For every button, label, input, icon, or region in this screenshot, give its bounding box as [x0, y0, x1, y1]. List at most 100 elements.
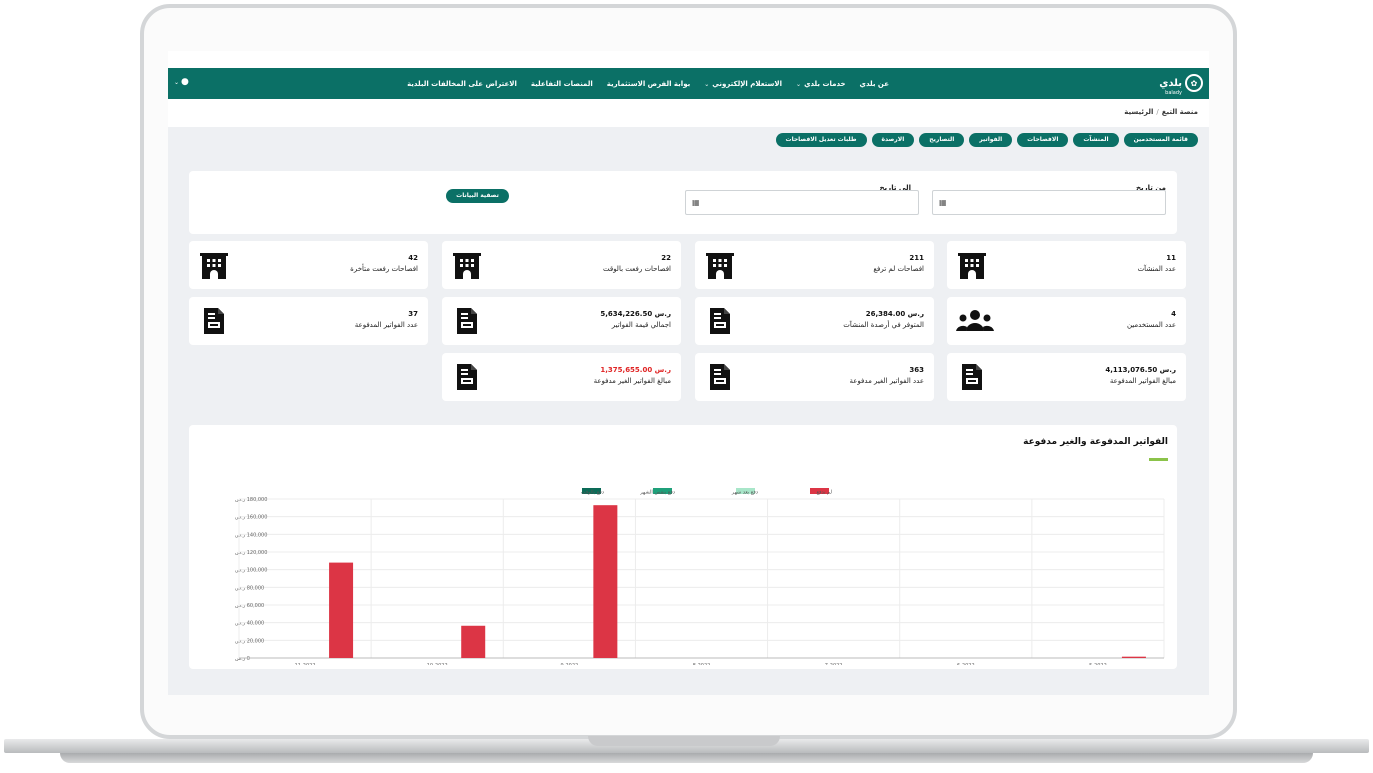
bar-chart: دفع بالوقت دفع بنفس الشهر دفع بعد شهر لم تد… [235, 488, 1165, 665]
stat-card: 42 افصاحات رفعت متأخرة [189, 241, 428, 289]
nav-item-label: المنصات التفاعلية [530, 79, 593, 88]
stat-value: 42 [408, 254, 418, 262]
stat-value: 363 [909, 366, 924, 374]
chevron-down-icon: ⌄ [796, 80, 802, 88]
stat-card: 11 عدد المنشآت [947, 241, 1186, 289]
breadcrumb-platform[interactable]: منصة التبغ [1162, 108, 1198, 116]
tab-0[interactable]: قائمة المستخدمين [1123, 133, 1198, 147]
stat-label: عدد المستخدمين [1126, 321, 1176, 329]
x-tick-label: 9-2022 [560, 663, 578, 665]
nav-item-3[interactable]: بوابة الفرص الاستثمارية [607, 80, 690, 88]
stat-card: 4 عدد المستخدمين [947, 297, 1186, 345]
breadcrumb: منصة التبغ/الرئيسية [1124, 108, 1198, 116]
to-date-input[interactable]: ▦ [685, 190, 919, 215]
stat-label: افصاحات رفعت بالوقت [602, 265, 671, 273]
x-tick-label: 5-2022 [1089, 663, 1107, 665]
x-tick-label: 6-2022 [957, 663, 975, 665]
calendar-icon[interactable]: ▦ [939, 198, 947, 207]
x-tick-label: 11-2022 [295, 663, 316, 665]
laptop-base-bottom [60, 753, 1313, 763]
nav-item-label: الاستعلام الإلكتروني [712, 79, 783, 88]
tab-5[interactable]: الارصدة [871, 133, 915, 147]
legend-label: دفع بالوقت [581, 490, 604, 496]
stat-card: 363 عدد الفواتير الغير مدفوعة [695, 353, 934, 401]
stat-card: 5,634,226.50 ر.س اجمالي قيمة الفواتير [442, 297, 681, 345]
tab-3[interactable]: الفواتير [969, 133, 1013, 147]
bar [593, 505, 618, 658]
tab-2[interactable]: الافصاحات [1017, 133, 1069, 147]
invoice-icon [957, 362, 987, 392]
stat-card: 211 افصاحات لم ترفع [695, 241, 934, 289]
invoice-icon [199, 306, 229, 336]
nav-item-5[interactable]: الاعتراض على المخالفات البلدية [407, 80, 517, 88]
y-tick-label: 180,000 ر.س [235, 497, 267, 503]
palm-icon: ✿ [1185, 74, 1203, 92]
section-tabs: قائمة المستخدمين المنشآت الافصاحات الفواتير… [775, 133, 1198, 147]
bar [461, 625, 486, 658]
y-tick-label: 160,000 ر.س [235, 515, 267, 521]
stat-value: 11 [1166, 254, 1176, 262]
stat-label: افصاحات لم ترفع [873, 265, 924, 273]
stat-value: 211 [909, 254, 924, 262]
breadcrumb-home[interactable]: الرئيسية [1124, 108, 1153, 116]
stat-card: 37 عدد الفواتير المدفوعة [189, 297, 428, 345]
y-tick-label: 100,000 ر.س [235, 568, 267, 574]
chevron-down-icon: ⌄ [704, 80, 710, 88]
brand-text: بلدي balady [1159, 71, 1182, 96]
nav-item-2[interactable]: الاستعلام الإلكتروني⌄ [704, 80, 782, 88]
globe-icon: ● [181, 77, 189, 87]
breadcrumb-separator: / [1156, 108, 1159, 116]
legend-label: لم تدفع [816, 490, 832, 496]
stat-value: 22 [661, 254, 671, 262]
stat-label: مبالغ الفواتير المدفوعة [1109, 377, 1176, 385]
nav-item-label: بوابة الفرص الاستثمارية [606, 79, 691, 88]
nav-item-label: خدمات بلدي [804, 79, 846, 88]
stat-card: 4,113,076.50 ر.س مبالغ الفواتير المدفوعة [947, 353, 1186, 401]
tab-1[interactable]: المنشآت [1073, 133, 1119, 147]
laptop-notch [588, 736, 780, 746]
building-icon [199, 250, 229, 280]
nav-item-4[interactable]: المنصات التفاعلية [531, 80, 593, 88]
brand-logo[interactable]: ✿ بلدي balady [1155, 71, 1203, 96]
stat-value: 1,375,655.00 ر.س [600, 366, 671, 374]
legend-label: دفع بنفس الشهر [639, 490, 675, 496]
stat-label: المتوفر في أرصدة المنشآت [843, 321, 924, 329]
building-icon [452, 250, 482, 280]
invoice-icon [452, 306, 482, 336]
filter-data-button[interactable]: تصفية البيانات [446, 189, 509, 203]
stat-value: 4,113,076.50 ر.س [1105, 366, 1176, 374]
chart-title: الفواتير المدفوعة والغير مدفوعة [1023, 437, 1168, 447]
stat-label: اجمالي قيمة الفواتير [611, 321, 671, 329]
stat-value: 5,634,226.50 ر.س [600, 310, 671, 318]
tab-6[interactable]: طلبات تعديل الافصاحات [775, 133, 867, 147]
stat-label: عدد الفواتير المدفوعة [354, 321, 418, 329]
top-navbar: ✿ بلدي balady عن بلدي خدمات بلدي⌄ الاستعلا… [168, 68, 1209, 99]
y-tick-label: 140,000 ر.س [235, 532, 267, 538]
nav-item-1[interactable]: خدمات بلدي⌄ [796, 80, 846, 88]
stat-label: افصاحات رفعت متأخرة [350, 265, 418, 273]
nav-item-label: عن بلدي [859, 79, 889, 88]
y-tick-label: 120,000 ر.س [235, 550, 267, 556]
stat-label: عدد الفواتير الغير مدفوعة [849, 377, 925, 385]
stat-value: 37 [408, 310, 418, 318]
nav-item-label: الاعتراض على المخالفات البلدية [407, 79, 517, 88]
nav-item-0[interactable]: عن بلدي [860, 80, 889, 88]
date-filter-card: من تاريخ ▦ الى تاريخ ▦ تصفية البيانات [189, 171, 1177, 234]
brand-sub: balady [1165, 89, 1182, 96]
legend-label: دفع بعد شهر [731, 490, 758, 496]
brand-name: بلدي [1159, 77, 1182, 89]
invoices-chart-card: الفواتير المدفوعة والغير مدفوعة دفع بالو… [189, 425, 1177, 669]
x-tick-label: 10-2022 [427, 663, 448, 665]
tab-4[interactable]: التصاريح [919, 133, 965, 147]
bar [1121, 656, 1146, 658]
stat-value: 4 [1171, 310, 1176, 318]
calendar-icon[interactable]: ▦ [692, 198, 700, 207]
stat-card: 26,384.00 ر.س المتوفر في أرصدة المنشآت [695, 297, 934, 345]
language-switcher[interactable]: ● ⌄ [174, 77, 189, 87]
invoice-icon [452, 362, 482, 392]
from-date-input[interactable]: ▦ [932, 190, 1166, 215]
y-tick-label: 0 ر.س [235, 656, 250, 662]
chevron-down-icon: ⌄ [174, 78, 180, 86]
stat-label: عدد المنشآت [1137, 265, 1176, 273]
x-tick-label: 7-2022 [825, 663, 843, 665]
